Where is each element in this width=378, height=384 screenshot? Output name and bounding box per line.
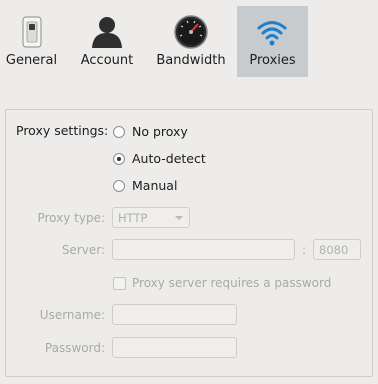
- username-input[interactable]: [112, 304, 237, 325]
- server-label: Server:: [61, 243, 105, 257]
- proxy-type-value: HTTP: [118, 211, 148, 225]
- switch-icon: [14, 14, 50, 50]
- radio-indicator: [113, 179, 125, 192]
- proxy-type-dropdown[interactable]: HTTP: [112, 207, 190, 228]
- password-input[interactable]: [112, 337, 237, 358]
- wifi-icon: [254, 14, 290, 50]
- radio-indicator-selected: [113, 152, 125, 165]
- tab-proxies-label: Proxies: [249, 53, 296, 68]
- no-proxy-radio[interactable]: No proxy: [113, 124, 188, 139]
- username-label: Username:: [39, 308, 105, 322]
- preferences-toolbar: General Account Bandwidth Proxies: [0, 0, 378, 77]
- port-value: 8080: [319, 243, 349, 257]
- tab-account-label: Account: [80, 53, 134, 68]
- port-separator: :: [302, 243, 307, 257]
- requires-password-checkbox[interactable]: Proxy server requires a password: [113, 276, 331, 290]
- proxy-type-label: Proxy type:: [37, 211, 105, 225]
- auto-detect-radio[interactable]: Auto-detect: [113, 151, 206, 166]
- proxy-settings-label: Proxy settings:: [16, 123, 109, 138]
- tab-bandwidth-label: Bandwidth: [156, 53, 226, 68]
- chevron-down-icon: [175, 216, 183, 220]
- no-proxy-label: No proxy: [132, 124, 188, 139]
- tab-proxies[interactable]: Proxies: [237, 6, 308, 77]
- tab-bandwidth[interactable]: Bandwidth: [154, 6, 228, 77]
- tab-general-label: General: [5, 53, 58, 68]
- checkbox-indicator: [113, 276, 126, 290]
- speedometer-icon: [173, 14, 209, 50]
- tab-general[interactable]: General: [0, 6, 63, 77]
- auto-detect-label: Auto-detect: [132, 151, 206, 166]
- password-label: Password:: [44, 341, 105, 355]
- tab-account[interactable]: Account: [75, 6, 139, 77]
- server-input[interactable]: [112, 239, 295, 260]
- manual-label: Manual: [132, 178, 178, 193]
- radio-indicator: [113, 125, 125, 138]
- user-icon: [89, 14, 125, 50]
- port-input[interactable]: 8080: [313, 239, 361, 260]
- requires-password-label: Proxy server requires a password: [132, 276, 332, 290]
- manual-radio[interactable]: Manual: [113, 178, 177, 193]
